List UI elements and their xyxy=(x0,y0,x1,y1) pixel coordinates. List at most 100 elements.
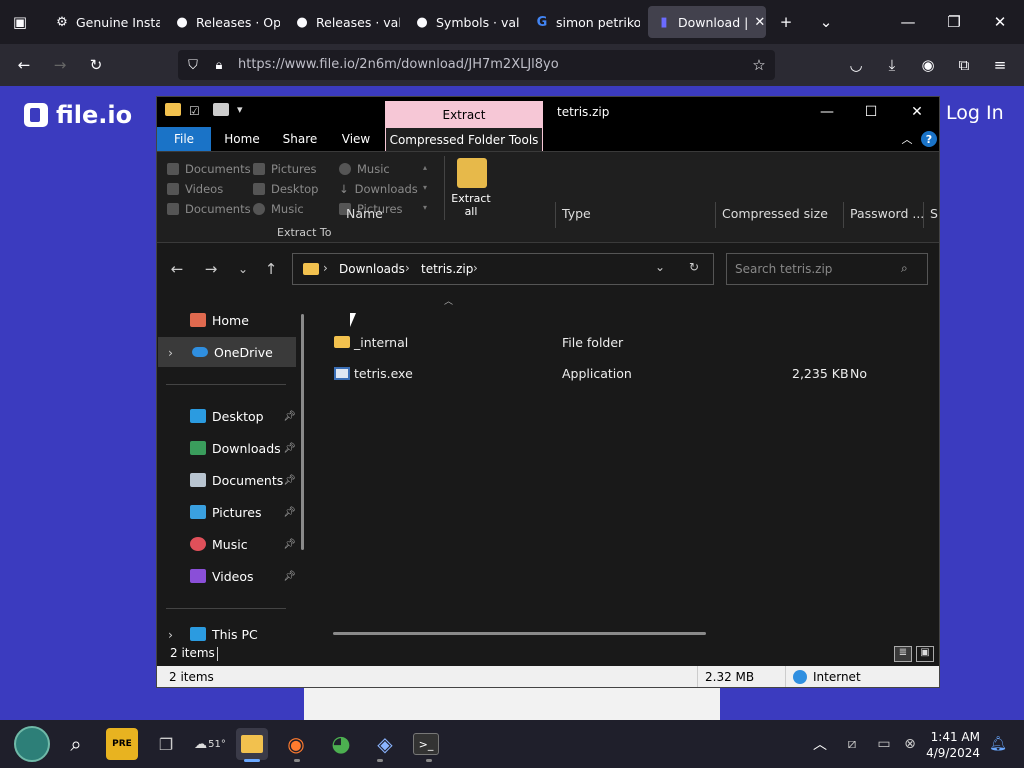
column-divider[interactable] xyxy=(843,202,844,228)
search-icon[interactable]: ⌕ xyxy=(60,728,92,760)
lock-icon[interactable]: 🔒︎ xyxy=(207,53,231,77)
extract-to-music[interactable]: Music xyxy=(339,162,390,176)
column-type[interactable]: Type xyxy=(562,206,591,221)
nav-thispc[interactable]: › This PC xyxy=(156,626,294,642)
firefox-icon[interactable]: ◉ xyxy=(280,728,312,760)
tab-home[interactable]: Home xyxy=(215,127,269,151)
task-view-icon[interactable]: ❐ xyxy=(150,728,182,760)
chevron-down-icon[interactable]: ⌄ xyxy=(655,260,665,274)
tab-compressed-folder-tools[interactable]: Compressed Folder Tools xyxy=(385,127,543,151)
nav-desktop[interactable]: Desktop 📌︎ xyxy=(156,401,296,431)
column-divider[interactable] xyxy=(923,202,924,228)
nav-home[interactable]: Home xyxy=(156,305,294,335)
tab-0[interactable]: ⚙ Genuine Insta xyxy=(46,6,160,38)
back-icon[interactable]: ← xyxy=(165,260,189,278)
nav-scrollbar[interactable] xyxy=(301,314,304,550)
tab-2[interactable]: ● Releases · vali xyxy=(286,6,400,38)
reload-icon[interactable]: ↻ xyxy=(84,53,108,77)
extract-to-desktop[interactable]: Desktop xyxy=(253,182,318,196)
maximize-icon[interactable]: ☐ xyxy=(849,101,893,123)
column-name[interactable]: Name xyxy=(346,206,383,221)
tab-view[interactable]: View xyxy=(331,127,381,151)
close-tab-icon[interactable]: ✕ xyxy=(754,15,765,30)
tab-list-icon[interactable]: ⌄ xyxy=(814,10,838,34)
tab-1[interactable]: ● Releases · Ope xyxy=(166,6,280,38)
column-divider[interactable] xyxy=(555,202,556,228)
up-icon[interactable]: ↑ xyxy=(259,260,283,278)
tab-share[interactable]: Share xyxy=(271,127,329,151)
breadcrumb-downloads[interactable]: Downloads xyxy=(339,262,405,276)
help-icon[interactable]: ? xyxy=(921,131,937,147)
address-bar[interactable]: › Downloads › tetris.zip › ⌄ ↻ xyxy=(292,253,714,285)
extract-to-documents-2[interactable]: Documents xyxy=(167,202,251,216)
nav-music[interactable]: Music 📌︎ xyxy=(156,529,296,559)
extract-to-downloads[interactable]: ↓ Downloads xyxy=(339,182,418,196)
expand-icon[interactable]: › xyxy=(168,345,173,360)
breadcrumb-tetris-zip[interactable]: tetris.zip xyxy=(421,262,473,276)
forward-icon[interactable]: → xyxy=(48,53,72,77)
details-view-icon[interactable]: ≣ xyxy=(894,646,912,662)
app-icon[interactable]: ◈ xyxy=(369,728,401,760)
nav-videos[interactable]: Videos 📌︎ xyxy=(156,561,296,591)
minimize-icon[interactable]: — xyxy=(805,101,849,123)
horizontal-scrollbar[interactable] xyxy=(333,632,706,635)
url-text[interactable]: https://www.file.io/2n6m/download/JH7m2X… xyxy=(238,57,559,72)
shield-icon[interactable]: ⛉ xyxy=(181,53,205,77)
tab-5-active[interactable]: ▮ Download | ✕ xyxy=(648,6,766,38)
notification-bell-icon[interactable]: 🔔︎ xyxy=(982,728,1014,760)
tab-file[interactable]: File xyxy=(157,127,211,151)
menu-icon[interactable]: ≡ xyxy=(988,53,1012,77)
tab-overview-icon[interactable]: ▣ xyxy=(8,10,32,34)
downloads-icon[interactable]: ⤓ xyxy=(880,53,904,77)
nav-downloads[interactable]: Downloads 📌︎ xyxy=(156,433,296,463)
extensions-icon[interactable]: ⧉ xyxy=(952,53,976,77)
search-input[interactable]: Search tetris.zip xyxy=(735,262,832,276)
restore-icon[interactable]: ❐ xyxy=(942,10,966,34)
column-compressed-size[interactable]: Compressed size xyxy=(722,206,828,221)
fileio-logo[interactable]: file.io xyxy=(24,101,132,129)
bookmark-star-icon[interactable]: ☆ xyxy=(747,53,771,77)
weather-widget[interactable]: ☁ 51° xyxy=(194,728,226,760)
file-explorer-taskbar[interactable] xyxy=(236,728,268,760)
column-divider[interactable] xyxy=(715,202,716,228)
minimize-icon[interactable]: — xyxy=(896,10,920,34)
extract-to-pictures[interactable]: Pictures xyxy=(253,162,317,176)
start-button[interactable] xyxy=(14,726,50,762)
pocket-icon[interactable]: ◡ xyxy=(844,53,868,77)
extract-to-music-2[interactable]: Music xyxy=(253,202,304,216)
nav-pictures[interactable]: Pictures 📌︎ xyxy=(156,497,296,527)
extract-to-videos[interactable]: Videos xyxy=(167,182,223,196)
collapse-ribbon-icon[interactable]: ︿ xyxy=(899,127,915,151)
office-pre-icon[interactable]: PRE xyxy=(106,728,138,760)
expand-icon[interactable]: › xyxy=(168,627,173,642)
extract-all-icon[interactable] xyxy=(457,158,487,188)
new-tab-button[interactable]: + xyxy=(774,10,798,34)
terminal-icon[interactable]: >_ xyxy=(413,733,439,755)
extract-to-documents[interactable]: Documents xyxy=(167,162,251,176)
chrome-icon[interactable]: ◕ xyxy=(325,728,357,760)
nav-documents[interactable]: Documents 📌︎ xyxy=(156,465,296,495)
extract-all-button[interactable]: Extract all xyxy=(451,192,491,218)
login-link[interactable]: Log In xyxy=(946,102,1004,124)
qat-dropdown-icon[interactable]: ▾ xyxy=(237,103,243,116)
extract-context-tab[interactable]: Extract xyxy=(385,101,543,129)
recent-locations-icon[interactable]: ⌄ xyxy=(231,262,255,276)
large-icons-view-icon[interactable]: ▣ xyxy=(916,646,934,662)
properties-icon[interactable]: ☑ xyxy=(189,104,200,118)
new-folder-icon[interactable] xyxy=(213,103,229,116)
table-row[interactable]: tetris.exe Application 2,235 KB No xyxy=(332,363,936,385)
column-size[interactable]: Si xyxy=(930,206,938,221)
forward-icon[interactable]: → xyxy=(199,260,223,278)
back-icon[interactable]: ← xyxy=(12,53,36,77)
search-icon[interactable]: ⌕ xyxy=(901,261,908,276)
clock[interactable]: 1:41 AM 4/9/2024 xyxy=(920,729,980,761)
close-icon[interactable]: ✕ xyxy=(988,10,1012,34)
tray-overflow-icon[interactable]: ︿ xyxy=(804,728,836,760)
column-password[interactable]: Password ... xyxy=(850,206,924,221)
tab-4[interactable]: Gsimon petriko xyxy=(526,6,640,38)
search-box[interactable]: Search tetris.zip ⌕ xyxy=(726,253,928,285)
gallery-scroll-icon[interactable]: ▴ ▾ ▾ xyxy=(423,158,427,218)
account-icon[interactable]: ◉ xyxy=(916,53,940,77)
tab-3[interactable]: ● Symbols · vali xyxy=(406,6,520,38)
network-icon[interactable]: ⧄ xyxy=(836,728,868,760)
